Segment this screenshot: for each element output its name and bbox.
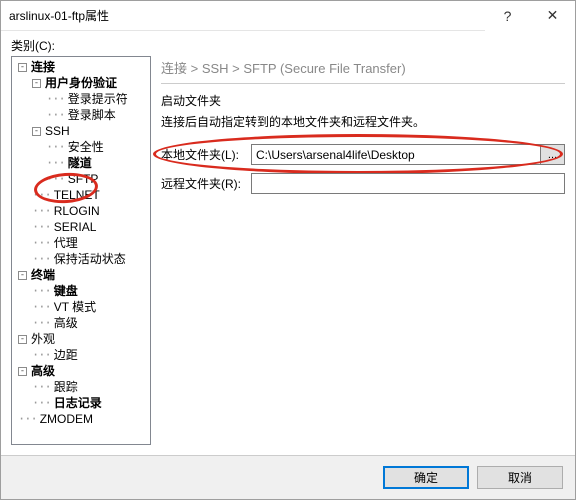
content-area: 类别(C): - 连接 - [1, 31, 575, 455]
tree-item-vtmode[interactable]: ···VT 模式 [30, 299, 150, 315]
tree-dots-icon: ··· [32, 203, 51, 219]
tree-item-advanced[interactable]: - 高级 [16, 363, 150, 379]
tree-item-connection[interactable]: - 连接 [16, 59, 150, 75]
collapse-icon[interactable]: - [18, 271, 27, 280]
tree-item-keepalive[interactable]: ···保持活动状态 [30, 251, 150, 267]
tree-item-ssh[interactable]: - SSH [30, 123, 150, 139]
tree-dots-icon: ··· [32, 283, 51, 299]
settings-panel: 连接 > SSH > SFTP (Secure File Transfer) 启… [161, 56, 565, 445]
tree-dots-icon: ··· [46, 139, 65, 155]
tree-item-logging[interactable]: ···日志记录 [30, 395, 150, 411]
tree-item-proxy[interactable]: ···代理 [30, 235, 150, 251]
tree-dots-icon: ··· [46, 171, 65, 187]
tree-dots-icon: ··· [32, 299, 51, 315]
tree-item-auth[interactable]: - 用户身份验证 [30, 75, 150, 91]
dialog-window: arslinux-01-ftp属性 ? ✕ 类别(C): - 连接 [0, 0, 576, 500]
category-label: 类别(C): [11, 37, 565, 54]
tree-dots-icon: ··· [46, 107, 65, 123]
section-description: 连接后自动指定转到的本地文件夹和远程文件夹。 [161, 113, 565, 130]
tree-item-terminal[interactable]: - 终端 [16, 267, 150, 283]
collapse-icon[interactable]: - [18, 367, 27, 376]
collapse-icon[interactable]: - [18, 335, 27, 344]
tree-dots-icon: ··· [32, 251, 51, 267]
tree-item-login-prompt[interactable]: ···登录提示符 [44, 91, 150, 107]
collapse-icon[interactable]: - [18, 63, 27, 72]
dialog-footer: 确定 取消 [1, 455, 575, 499]
collapse-icon[interactable]: - [32, 79, 41, 88]
collapse-icon[interactable]: - [32, 127, 41, 136]
tree-item-sftp[interactable]: ···SFTP [44, 171, 150, 187]
help-button[interactable]: ? [485, 1, 530, 31]
remote-folder-label: 远程文件夹(R): [161, 175, 251, 192]
tree-item-serial[interactable]: ···SERIAL [30, 219, 150, 235]
tree-dots-icon: ··· [46, 155, 65, 171]
local-folder-input[interactable] [251, 144, 541, 165]
remote-folder-input[interactable] [251, 173, 565, 194]
tree-item-rlogin[interactable]: ···RLOGIN [30, 203, 150, 219]
titlebar: arslinux-01-ftp属性 ? ✕ [1, 1, 575, 31]
tree-dots-icon: ··· [32, 219, 51, 235]
tree-dots-icon: ··· [32, 315, 51, 331]
close-button[interactable]: ✕ [530, 1, 575, 31]
remote-folder-row: 远程文件夹(R): [161, 173, 565, 194]
tree-item-advanced-terminal[interactable]: ···高级 [30, 315, 150, 331]
tree-item-zmodem[interactable]: ···ZMODEM [16, 411, 150, 427]
local-folder-label: 本地文件夹(L): [161, 146, 251, 163]
breadcrumb: 连接 > SSH > SFTP (Secure File Transfer) [161, 56, 565, 84]
tree-item-login-script[interactable]: ···登录脚本 [44, 107, 150, 123]
tree-dots-icon: ··· [32, 187, 51, 203]
local-folder-row: 本地文件夹(L): ... [161, 144, 565, 165]
tree-item-trace[interactable]: ···跟踪 [30, 379, 150, 395]
browse-local-button[interactable]: ... [541, 144, 565, 165]
tree-item-margin[interactable]: ···边距 [30, 347, 150, 363]
tree-item-security[interactable]: ···安全性 [44, 139, 150, 155]
cancel-button[interactable]: 取消 [477, 466, 563, 489]
tree-item-tunnel[interactable]: ···隧道 [44, 155, 150, 171]
tree-dots-icon: ··· [32, 235, 51, 251]
tree-dots-icon: ··· [18, 411, 37, 427]
section-title: 启动文件夹 [161, 92, 565, 109]
window-title: arslinux-01-ftp属性 [1, 7, 485, 24]
tree-dots-icon: ··· [46, 91, 65, 107]
tree-dots-icon: ··· [32, 379, 51, 395]
tree-item-appearance[interactable]: - 外观 [16, 331, 150, 347]
ok-button[interactable]: 确定 [383, 466, 469, 489]
tree-item-telnet[interactable]: ···TELNET [30, 187, 150, 203]
tree-item-keyboard[interactable]: ···键盘 [30, 283, 150, 299]
body: - 连接 - 用户身份验证 ···登录提 [11, 56, 565, 445]
tree-dots-icon: ··· [32, 347, 51, 363]
category-tree[interactable]: - 连接 - 用户身份验证 ···登录提 [11, 56, 151, 445]
tree-dots-icon: ··· [32, 395, 51, 411]
